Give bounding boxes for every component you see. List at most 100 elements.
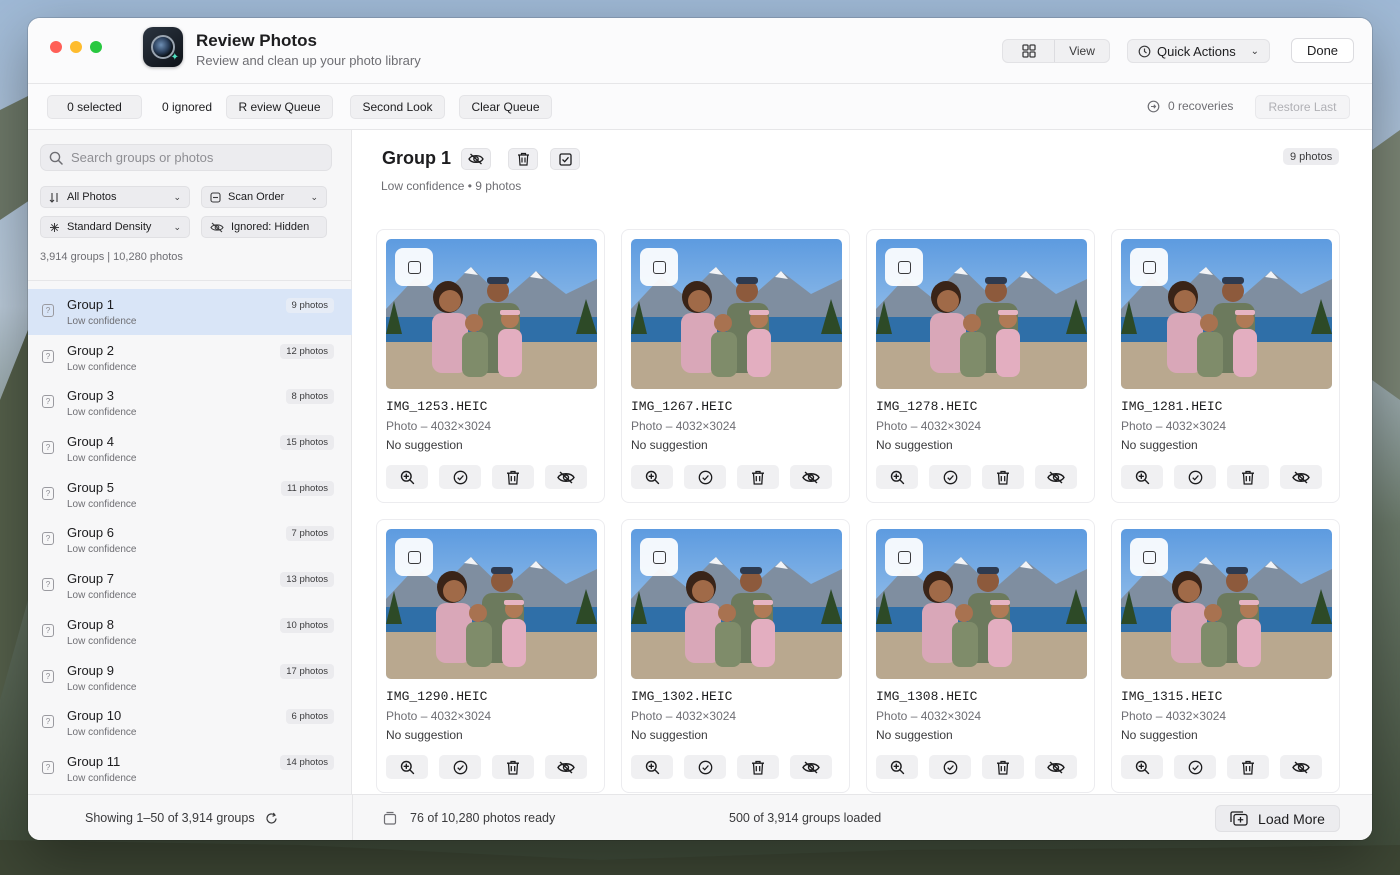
delete-photo-button[interactable]	[1227, 755, 1269, 779]
keep-photo-button[interactable]	[929, 465, 971, 489]
delete-group-button[interactable]	[508, 148, 538, 170]
keep-photo-button[interactable]	[439, 755, 481, 779]
keep-photo-button[interactable]	[684, 465, 726, 489]
photo-select-checkbox[interactable]	[885, 538, 923, 576]
photo-card[interactable]: IMG_1253.HEIC Photo – 4032×3024 No suggest…	[376, 229, 605, 503]
load-more-button[interactable]: Load More	[1215, 805, 1340, 832]
zoom-photo-button[interactable]	[631, 755, 673, 779]
ignore-photo-button[interactable]	[1035, 755, 1077, 779]
sidebar-group-item[interactable]: ? Group 4 Low confidence 15 photos	[28, 426, 352, 472]
order-filter-dropdown[interactable]: Scan Order ⌄	[201, 186, 327, 208]
photo-card[interactable]: IMG_1302.HEIC Photo – 4032×3024 No suggest…	[621, 519, 850, 793]
source-filter-dropdown[interactable]: All Photos ⌄	[40, 186, 190, 208]
clear-queue-button[interactable]: Clear Queue	[459, 95, 552, 119]
density-filter-dropdown[interactable]: Standard Density ⌄	[40, 216, 190, 238]
photo-actions	[631, 465, 832, 489]
sidebar-group-item[interactable]: ? Group 3 Low confidence 8 photos	[28, 380, 352, 426]
zoom-photo-button[interactable]	[386, 755, 428, 779]
grid-view-button[interactable]	[1003, 40, 1055, 62]
ignore-photo-button[interactable]	[1280, 465, 1322, 489]
minimize-window-button[interactable]	[70, 41, 82, 53]
sidebar-group-item[interactable]: ? Group 6 Low confidence 7 photos	[28, 517, 352, 563]
photo-actions	[631, 755, 832, 779]
eye-slash-icon	[210, 222, 224, 232]
photo-card[interactable]: IMG_1281.HEIC Photo – 4032×3024 No suggest…	[1111, 229, 1340, 503]
ready-status: 76 of 10,280 photos ready	[383, 811, 555, 825]
view-menu-button[interactable]: View	[1055, 44, 1109, 58]
group-name: Group 4	[67, 434, 114, 450]
ignore-photo-button[interactable]	[545, 465, 587, 489]
sidebar-group-item[interactable]: ? Group 2 Low confidence 12 photos	[28, 335, 352, 381]
zoom-photo-button[interactable]	[631, 465, 673, 489]
zoom-photo-button[interactable]	[1121, 755, 1163, 779]
ignore-photo-button[interactable]	[545, 755, 587, 779]
keep-photo-button[interactable]	[439, 465, 481, 489]
photo-card[interactable]: IMG_1308.HEIC Photo – 4032×3024 No suggest…	[866, 519, 1095, 793]
delete-photo-button[interactable]	[982, 755, 1024, 779]
sidebar-group-item[interactable]: ? Group 5 Low confidence 11 photos	[28, 472, 352, 518]
sidebar-group-item[interactable]: ? Group 1 Low confidence 9 photos	[28, 289, 352, 335]
eye-slash-icon	[557, 760, 575, 774]
keep-photo-button[interactable]	[929, 755, 971, 779]
photo-select-checkbox[interactable]	[640, 248, 678, 286]
ignore-photo-button[interactable]	[1035, 465, 1077, 489]
photo-card[interactable]: IMG_1267.HEIC Photo – 4032×3024 No suggest…	[621, 229, 850, 503]
ignore-group-button[interactable]	[461, 148, 491, 170]
trash-icon	[752, 470, 764, 485]
question-icon: ?	[42, 715, 54, 729]
sidebar-group-item[interactable]: ? Group 8 Low confidence 10 photos	[28, 609, 352, 655]
search-input[interactable]	[71, 150, 321, 165]
selected-count-chip[interactable]: 0 selected	[47, 95, 142, 119]
zoom-photo-button[interactable]	[876, 465, 918, 489]
title-bar: ✦ Review Photos Review and clean up your…	[28, 18, 1372, 84]
group-confidence: Low confidence	[67, 772, 137, 784]
restore-last-button[interactable]: Restore Last	[1255, 95, 1350, 119]
zoom-in-icon	[645, 470, 659, 484]
group-list: ? Group 1 Low confidence 9 photos? Group 2 Lo…	[28, 289, 352, 792]
app-icon: ✦	[143, 27, 183, 67]
ignore-photo-button[interactable]	[790, 465, 832, 489]
photo-select-checkbox[interactable]	[1130, 538, 1168, 576]
ignore-photo-button[interactable]	[1280, 755, 1322, 779]
checkbox-icon	[897, 260, 911, 274]
photo-card[interactable]: IMG_1290.HEIC Photo – 4032×3024 No suggest…	[376, 519, 605, 793]
refresh-icon[interactable]	[265, 812, 278, 825]
photo-card[interactable]: IMG_1278.HEIC Photo – 4032×3024 No suggest…	[866, 229, 1095, 503]
keep-photo-button[interactable]	[1174, 465, 1216, 489]
delete-photo-button[interactable]	[982, 465, 1024, 489]
sidebar-group-item[interactable]: ? Group 7 Low confidence 13 photos	[28, 563, 352, 609]
sidebar-group-item[interactable]: ? Group 11 Low confidence 14 photos	[28, 746, 352, 792]
sidebar-group-item[interactable]: ? Group 9 Low confidence 17 photos	[28, 655, 352, 701]
quick-actions-button[interactable]: Quick Actions ⌄	[1127, 39, 1270, 63]
zoom-photo-button[interactable]	[386, 465, 428, 489]
delete-photo-button[interactable]	[1227, 465, 1269, 489]
keep-photo-button[interactable]	[684, 755, 726, 779]
zoom-window-button[interactable]	[90, 41, 102, 53]
review-queue-button[interactable]: R eview Queue	[226, 95, 333, 119]
photo-select-checkbox[interactable]	[395, 248, 433, 286]
loaded-status: 500 of 3,914 groups loaded	[729, 811, 882, 825]
group-name: Group 3	[67, 388, 114, 404]
photo-meta: Photo – 4032×3024	[876, 709, 982, 723]
delete-photo-button[interactable]	[737, 755, 779, 779]
close-window-button[interactable]	[50, 41, 62, 53]
zoom-photo-button[interactable]	[876, 755, 918, 779]
photo-select-checkbox[interactable]	[395, 538, 433, 576]
done-button[interactable]: Done	[1291, 38, 1354, 63]
group-count-badge: 8 photos	[285, 389, 334, 405]
photo-select-checkbox[interactable]	[1130, 248, 1168, 286]
keep-photo-button[interactable]	[1174, 755, 1216, 779]
ignore-photo-button[interactable]	[790, 755, 832, 779]
photo-select-checkbox[interactable]	[640, 538, 678, 576]
delete-photo-button[interactable]	[492, 755, 534, 779]
second-look-button[interactable]: Second Look	[350, 95, 445, 119]
delete-photo-button[interactable]	[492, 465, 534, 489]
select-all-button[interactable]	[550, 148, 580, 170]
zoom-photo-button[interactable]	[1121, 465, 1163, 489]
sidebar-group-item[interactable]: ? Group 10 Low confidence 6 photos	[28, 700, 352, 746]
delete-photo-button[interactable]	[737, 465, 779, 489]
ignored-filter-toggle[interactable]: Ignored: Hidden	[201, 216, 327, 238]
ignored-count-chip[interactable]: 0 ignored	[150, 95, 224, 119]
photo-select-checkbox[interactable]	[885, 248, 923, 286]
photo-card[interactable]: IMG_1315.HEIC Photo – 4032×3024 No suggest…	[1111, 519, 1340, 793]
